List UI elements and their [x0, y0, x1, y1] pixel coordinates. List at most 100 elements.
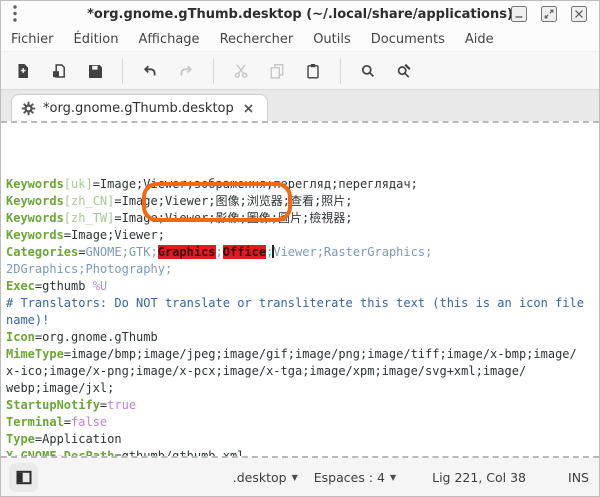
code-token-locale: [uk]	[64, 177, 93, 191]
code-line[interactable]: X-GNOME-DocPath=gthumb/gthumb.xml	[6, 448, 599, 456]
toolbar-separator	[340, 58, 341, 84]
open-document-icon	[51, 63, 67, 79]
code-token-key: Keywords	[6, 177, 64, 191]
code-line[interactable]: Icon=org.gnome.gThumb	[6, 329, 599, 346]
side-panel-toggle-button[interactable]	[9, 463, 38, 492]
restore-button[interactable]	[541, 6, 557, 22]
language-selector[interactable]: .desktop ▼	[233, 470, 298, 485]
gedit-window: *org.gnome.gThumb.desktop (~/.local/shar…	[0, 0, 600, 497]
code-token-plain: =Image;Viewer;影像;圖像;圖片;檢視器;	[114, 211, 352, 225]
menu-affichage[interactable]: Affichage	[128, 30, 209, 49]
menu-edition[interactable]: Édition	[64, 30, 129, 49]
code-token-key: Terminal	[6, 415, 64, 429]
cursor-position[interactable]: Lig 221, Col 38	[432, 470, 526, 485]
tab-width-label: Espaces : 4	[314, 470, 385, 485]
cursor-position-label: Lig 221, Col 38	[432, 470, 526, 485]
code-token-value: 2DGraphics;Photography;	[6, 262, 172, 276]
code-token-key: StartupNotify	[6, 398, 100, 412]
code-line[interactable]: Keywords[zh_CN]=Image;Viewer;图像;浏览器;查看;照…	[6, 193, 599, 210]
search-and-replace-icon	[396, 63, 412, 79]
side-panel-icon	[16, 470, 32, 485]
open-document-button[interactable]	[44, 57, 74, 85]
titlebar[interactable]: *org.gnome.gThumb.desktop (~/.local/shar…	[1, 1, 599, 27]
tab-width-selector[interactable]: Espaces : 4 ▼	[314, 470, 396, 485]
menu-rechercher[interactable]: Rechercher	[210, 30, 304, 49]
code-token-key: MimeType	[6, 347, 64, 361]
code-token-match: Graphics	[158, 245, 216, 259]
code-line[interactable]: Keywords=Image;Viewer;	[6, 227, 599, 244]
close-window-button[interactable]	[571, 6, 587, 22]
code-token-locale: [zh_TW]	[64, 211, 115, 225]
tab-bar: *org.gnome.gThumb.desktop	[1, 89, 599, 121]
window-controls	[511, 6, 599, 22]
copy-icon	[269, 63, 285, 79]
save-icon	[87, 63, 103, 79]
menu-outils[interactable]: Outils	[303, 30, 361, 49]
redo-button	[171, 57, 201, 85]
code-line[interactable]: Terminal=false	[6, 414, 599, 431]
chevron-down-icon: ▼	[292, 473, 298, 482]
cut-button	[226, 57, 256, 85]
code-token-key: X-GNOME-DocPath	[6, 449, 114, 456]
code-token-value: ;	[216, 245, 223, 259]
statusbar: .desktop ▼ Espaces : 4 ▼ Lig 221, Col 38…	[1, 458, 599, 496]
search-button[interactable]	[353, 57, 383, 85]
code-token-plain: =gthumb/gthumb.xml	[114, 449, 244, 456]
code-token-key: Exec	[6, 279, 35, 293]
undo-icon	[142, 63, 158, 79]
code-token-plain: =org.gnome.gThumb	[35, 330, 158, 344]
search-icon	[360, 63, 376, 79]
code-line[interactable]: Exec=gthumb %U	[6, 278, 599, 295]
code-token-bool: false	[71, 415, 107, 429]
code-token-key: Type	[6, 432, 35, 446]
code-token-plain: =image/bmp;image/jpeg;image/gif;image/pn…	[64, 347, 577, 361]
code-token-key: Keywords	[6, 228, 64, 242]
code-token-key: Icon	[6, 330, 35, 344]
code-token-match: Office	[223, 245, 266, 259]
code-line[interactable]: MimeType=image/bmp;image/jpeg;image/gif;…	[6, 346, 599, 363]
menu-documents[interactable]: Documents	[361, 30, 455, 49]
insert-mode-indicator[interactable]: INS	[568, 470, 589, 485]
code-token-plain: x-ico;image/x-png;image/x-pcx;image/x-tg…	[6, 364, 526, 378]
code-token-key: Categories	[6, 245, 78, 259]
redo-icon	[178, 63, 194, 79]
save-button[interactable]	[80, 57, 110, 85]
cut-icon	[233, 63, 249, 79]
code-line[interactable]: name)!	[6, 312, 599, 329]
search-and-replace-button[interactable]	[389, 57, 419, 85]
toolbar-separator	[122, 58, 123, 84]
code-line[interactable]: Keywords[uk]=Image;Viewer;зображення;пер…	[6, 176, 599, 193]
window-menu-icon[interactable]	[10, 3, 26, 25]
tab-org-gnome-gthumb-desktop[interactable]: *org.gnome.gThumb.desktop	[11, 94, 268, 121]
code-line[interactable]: Categories=GNOME;GTK;Graphics;Office;Vie…	[6, 244, 599, 261]
code-line[interactable]: Keywords[zh_TW]=Image;Viewer;影像;圖像;圖片;檢視…	[6, 210, 599, 227]
code-token-bool: true	[107, 398, 136, 412]
code-token-plain: webp;image/jxl;	[6, 381, 114, 395]
menu-fichier[interactable]: Fichier	[1, 30, 64, 49]
tab-close-button[interactable]	[241, 100, 257, 116]
window-title: *org.gnome.gThumb.desktop (~/.local/shar…	[1, 7, 599, 22]
code-line[interactable]: webp;image/jxl;	[6, 380, 599, 397]
code-token-comment: name)!	[6, 313, 49, 327]
toolbar-separator	[213, 58, 214, 84]
code-token-plain: =	[64, 415, 71, 429]
statusbar-right: .desktop ▼ Espaces : 4 ▼ Lig 221, Col 38…	[233, 470, 589, 485]
menu-aide[interactable]: Aide	[455, 30, 504, 49]
code-line[interactable]: StartupNotify=true	[6, 397, 599, 414]
paste-button[interactable]	[298, 57, 328, 85]
undo-button[interactable]	[135, 57, 165, 85]
copy-button	[262, 57, 292, 85]
gear-icon	[21, 101, 36, 116]
code-line[interactable]: x-ico;image/x-png;image/x-pcx;image/x-tg…	[6, 363, 599, 380]
insert-mode-label: INS	[568, 470, 589, 485]
new-document-button[interactable]	[8, 57, 38, 85]
text-editor-area[interactable]: Keywords[uk]=Image;Viewer;зображення;пер…	[1, 123, 599, 456]
code-token-plain: =Image;Viewer;	[64, 228, 165, 242]
code-token-key: Keywords	[6, 211, 64, 225]
code-line[interactable]: Type=Application	[6, 431, 599, 448]
code-token-plain: =Image;Viewer;图像;浏览器;查看;照片;	[114, 194, 352, 208]
code-line[interactable]: 2DGraphics;Photography;	[6, 261, 599, 278]
code-line[interactable]: # Translators: Do NOT translate or trans…	[6, 295, 599, 312]
menubar: FichierÉditionAffichageRechercherOutilsD…	[1, 27, 599, 51]
minimize-button[interactable]	[511, 6, 527, 22]
